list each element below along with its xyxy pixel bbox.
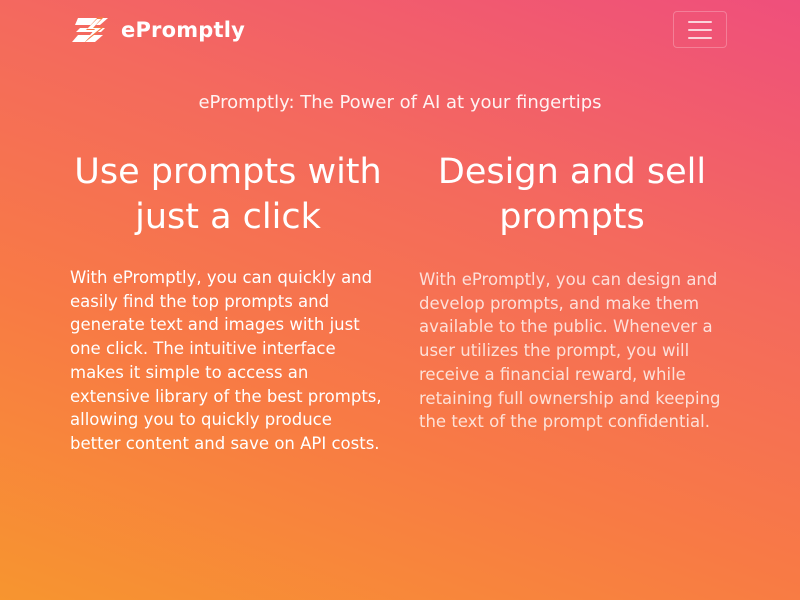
hamburger-menu-icon-line xyxy=(688,36,712,39)
brand-link[interactable]: ePromptly xyxy=(71,16,245,44)
hamburger-menu-icon xyxy=(688,20,712,23)
hamburger-menu-icon-line xyxy=(688,28,712,31)
feature-description: With ePromptly, you can design and devel… xyxy=(419,270,721,432)
lightning-bolt-icon xyxy=(72,17,108,43)
feature-design-sell: Design and sell prompts With ePromptly, … xyxy=(412,150,732,431)
feature-use-prompts: Use prompts with just a click With eProm… xyxy=(68,150,388,453)
navbar: ePromptly xyxy=(0,0,800,66)
brand-name: ePromptly xyxy=(121,18,246,42)
feature-title: Use prompts with just a click xyxy=(74,152,382,237)
feature-title: Design and sell prompts xyxy=(437,152,707,237)
hero-tagline: ePromptly: The Power of AI at your finge… xyxy=(198,92,602,113)
feature-description: With ePromptly, you can quickly and easi… xyxy=(70,268,382,453)
menu-toggle-button[interactable] xyxy=(673,11,727,48)
